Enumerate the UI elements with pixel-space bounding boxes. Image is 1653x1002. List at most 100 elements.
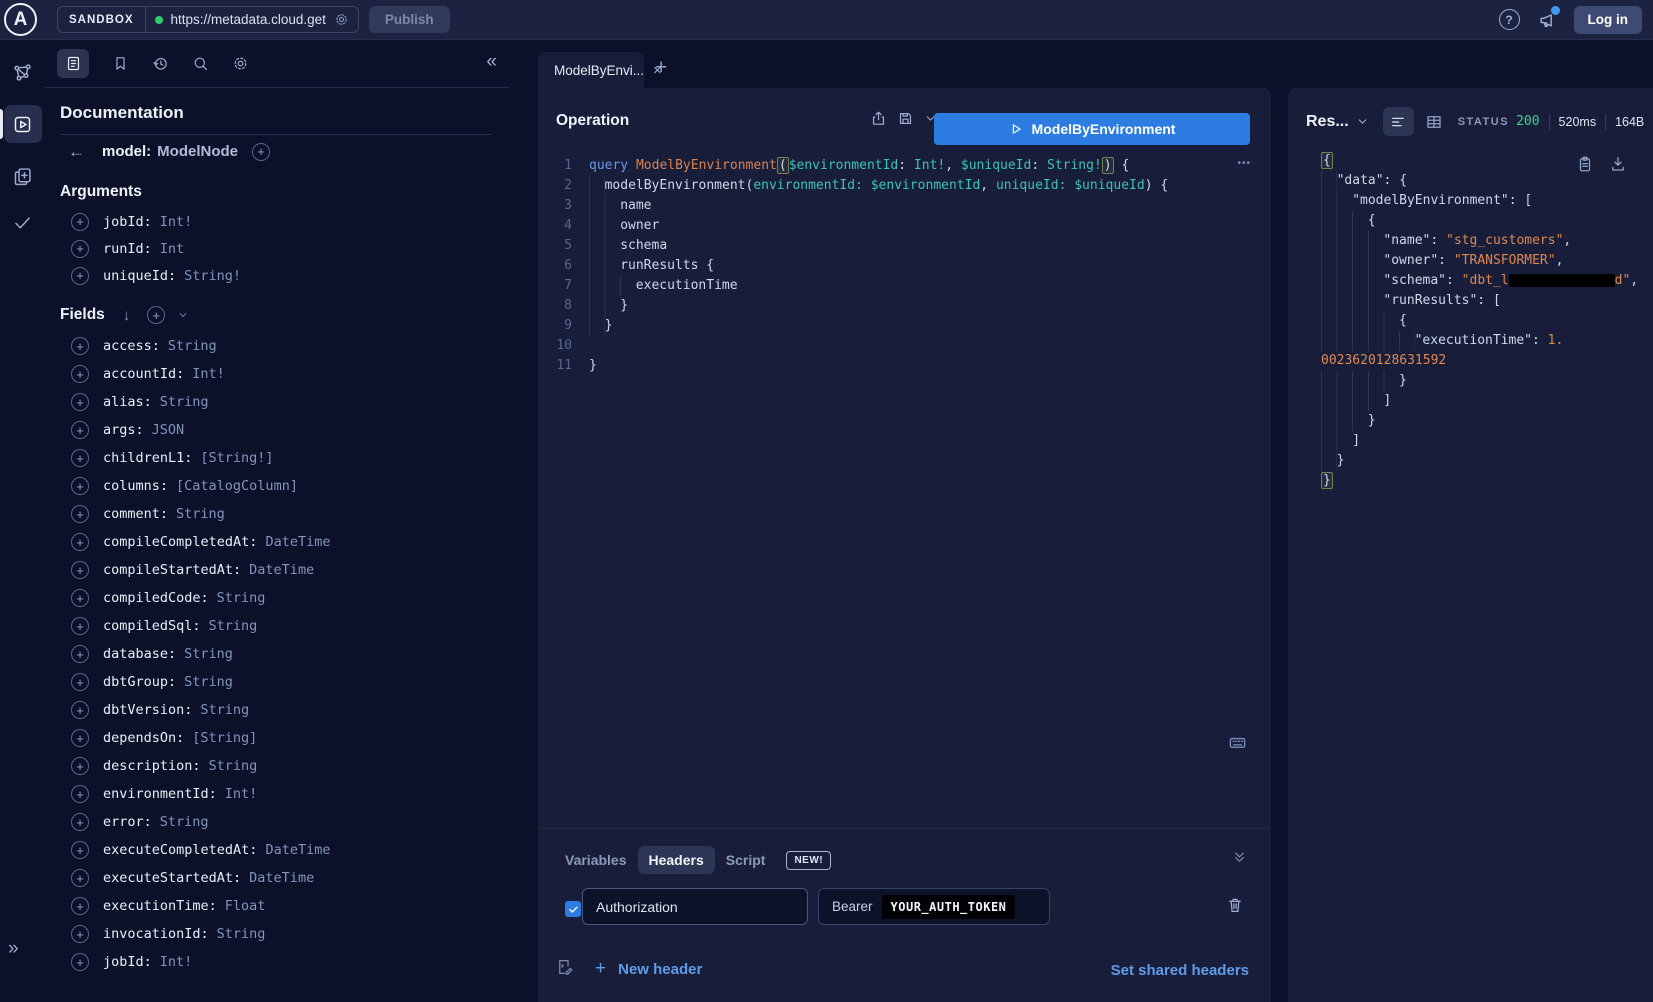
field-type[interactable]: String	[168, 338, 217, 354]
add-model-icon[interactable]: +	[252, 143, 270, 161]
add-to-query-icon[interactable]: +	[71, 785, 89, 803]
login-button[interactable]: Log in	[1574, 6, 1643, 34]
field-name[interactable]: error:	[103, 814, 152, 830]
add-to-query-icon[interactable]: +	[71, 645, 89, 663]
field-name[interactable]: jobId:	[103, 954, 152, 970]
new-header-button[interactable]: + New header	[595, 958, 702, 980]
header-key-input[interactable]	[582, 888, 808, 925]
add-to-query-icon[interactable]: +	[71, 213, 89, 231]
field-name[interactable]: invocationId:	[103, 926, 209, 942]
field-type[interactable]: DateTime	[265, 534, 330, 550]
add-to-query-icon[interactable]: +	[71, 813, 89, 831]
endpoint-settings-gear-icon[interactable]	[334, 12, 349, 27]
operation-more-options-icon[interactable]: •••	[1237, 158, 1251, 169]
editor-code[interactable]: query ModelByEnvironment($environmentId:…	[589, 156, 1168, 376]
delete-header-icon[interactable]	[1226, 896, 1244, 914]
publish-button[interactable]: Publish	[369, 6, 450, 33]
history-icon[interactable]	[152, 55, 169, 72]
endpoint-url-text[interactable]: https://metadata.cloud.get	[171, 12, 326, 27]
model-type-name[interactable]: ModelNode	[157, 143, 238, 160]
field-type[interactable]: String!	[184, 268, 241, 284]
field-type[interactable]: Int	[160, 241, 184, 257]
apollo-logo[interactable]: A	[4, 3, 37, 36]
download-response-icon[interactable]	[1609, 155, 1627, 173]
add-to-query-icon[interactable]: +	[71, 869, 89, 887]
collections-icon[interactable]	[0, 160, 45, 192]
field-name[interactable]: alias:	[103, 394, 152, 410]
field-name[interactable]: dbtVersion:	[103, 702, 192, 718]
field-type[interactable]: String	[200, 702, 249, 718]
field-type[interactable]: DateTime	[249, 562, 314, 578]
add-to-query-icon[interactable]: +	[71, 240, 89, 258]
close-tab-icon[interactable]: ×	[653, 63, 662, 78]
field-name[interactable]: compiledCode:	[103, 590, 209, 606]
checks-icon[interactable]	[0, 206, 45, 238]
add-all-fields-icon[interactable]: +	[147, 306, 165, 324]
field-name[interactable]: args:	[103, 422, 144, 438]
back-arrow-icon[interactable]: ←	[68, 142, 85, 162]
field-type[interactable]: [String]	[192, 730, 257, 746]
add-to-query-icon[interactable]: +	[71, 449, 89, 467]
add-to-query-icon[interactable]: +	[71, 505, 89, 523]
response-title-chevron-icon[interactable]	[1356, 115, 1369, 128]
field-type[interactable]: String	[217, 926, 266, 942]
sort-fields-icon[interactable]: ↓	[123, 307, 131, 324]
field-name[interactable]: runId:	[103, 241, 152, 257]
field-name[interactable]: dependsOn:	[103, 730, 184, 746]
field-type[interactable]: String	[160, 394, 209, 410]
schema-graph-icon[interactable]	[0, 56, 45, 88]
field-name[interactable]: access:	[103, 338, 160, 354]
add-to-query-icon[interactable]: +	[71, 421, 89, 439]
field-type[interactable]: [CatalogColumn]	[176, 478, 298, 494]
keyboard-shortcuts-icon[interactable]	[1228, 733, 1247, 752]
edit-headers-as-text-icon[interactable]	[556, 958, 574, 976]
field-name[interactable]: environmentId:	[103, 786, 217, 802]
add-to-query-icon[interactable]: +	[71, 589, 89, 607]
field-name[interactable]: childrenL1:	[103, 450, 192, 466]
header-value-input[interactable]: Bearer YOUR_AUTH_TOKEN	[818, 888, 1050, 925]
add-to-query-icon[interactable]: +	[71, 561, 89, 579]
announcements-megaphone-icon[interactable]	[1537, 10, 1557, 30]
field-type[interactable]: String	[184, 646, 233, 662]
field-name[interactable]: accountId:	[103, 366, 184, 382]
field-name[interactable]: executionTime:	[103, 898, 217, 914]
field-type[interactable]: String	[209, 618, 258, 634]
bookmarks-icon[interactable]	[112, 55, 129, 72]
field-type[interactable]: String	[160, 814, 209, 830]
add-to-query-icon[interactable]: +	[71, 477, 89, 495]
add-to-query-icon[interactable]: +	[71, 393, 89, 411]
response-panel-title[interactable]: Res...	[1306, 113, 1349, 131]
share-operation-icon[interactable]	[870, 110, 887, 127]
settings-gear-icon[interactable]	[232, 55, 249, 72]
pretty-view-icon[interactable]	[1383, 107, 1414, 136]
field-type[interactable]: Int!	[192, 366, 225, 382]
auth-token-value[interactable]: YOUR_AUTH_TOKEN	[882, 895, 1016, 919]
field-type[interactable]: DateTime	[265, 842, 330, 858]
operation-tab[interactable]: ModelByEnvi... ×	[538, 52, 644, 88]
field-type[interactable]: [String!]	[200, 450, 273, 466]
endpoint-url-segment[interactable]: https://metadata.cloud.get	[146, 7, 358, 32]
run-operation-button[interactable]: ModelByEnvironment	[934, 113, 1250, 145]
field-name[interactable]: executeStartedAt:	[103, 870, 241, 886]
save-operation-icon[interactable]	[897, 110, 914, 127]
field-name[interactable]: description:	[103, 758, 201, 774]
field-name[interactable]: comment:	[103, 506, 168, 522]
collapse-request-panel-icon[interactable]	[1232, 850, 1247, 865]
field-name[interactable]: jobId:	[103, 214, 152, 230]
add-to-query-icon[interactable]: +	[71, 267, 89, 285]
field-name[interactable]: uniqueId:	[103, 268, 176, 284]
field-type[interactable]: String	[176, 506, 225, 522]
field-type[interactable]: JSON	[152, 422, 185, 438]
copy-response-icon[interactable]	[1576, 155, 1594, 173]
field-name[interactable]: columns:	[103, 478, 168, 494]
add-to-query-icon[interactable]: +	[71, 757, 89, 775]
field-type[interactable]: Int!	[160, 214, 193, 230]
help-icon[interactable]: ?	[1499, 9, 1520, 30]
add-to-query-icon[interactable]: +	[71, 953, 89, 971]
add-to-query-icon[interactable]: +	[71, 337, 89, 355]
collapse-docs-panel-icon[interactable]: «	[486, 52, 497, 71]
field-type[interactable]: String	[209, 758, 258, 774]
field-name[interactable]: dbtGroup:	[103, 674, 176, 690]
tab-headers[interactable]: Headers	[638, 846, 715, 874]
field-name[interactable]: compiledSql:	[103, 618, 201, 634]
